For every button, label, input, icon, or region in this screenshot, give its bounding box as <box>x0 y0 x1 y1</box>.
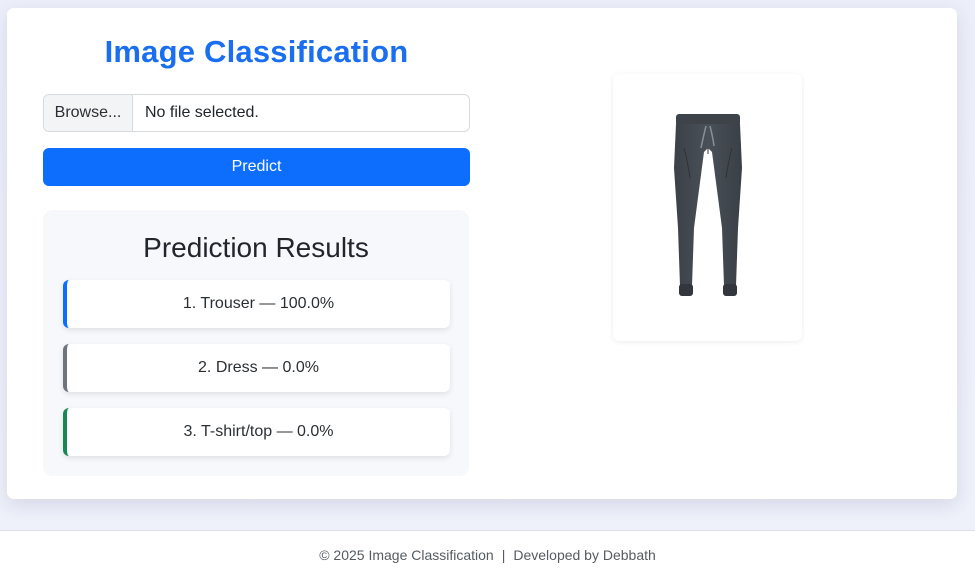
predict-button[interactable]: Predict <box>43 148 470 186</box>
prediction-results-panel: Prediction Results 1. Trouser — 100.0% 2… <box>43 210 469 476</box>
footer-credit: Developed by Debbath <box>513 546 656 563</box>
footer-copyright: © 2025 Image Classification <box>319 546 494 563</box>
browse-button[interactable]: Browse... <box>44 95 133 131</box>
result-item-2: 2. Dress — 0.0% <box>63 344 450 392</box>
result-item-1: 1. Trouser — 100.0% <box>63 280 450 328</box>
footer: © 2025 Image Classification | Developed … <box>0 530 975 578</box>
image-preview <box>613 74 802 341</box>
trouser-image <box>673 113 742 296</box>
file-status-text: No file selected. <box>145 104 259 121</box>
page-title: Image Classification <box>104 34 409 69</box>
footer-separator: | <box>501 546 506 563</box>
file-input[interactable]: Browse... No file selected. <box>43 94 470 132</box>
results-title: Prediction Results <box>143 232 369 263</box>
result-item-3: 3. T-shirt/top — 0.0% <box>63 408 450 456</box>
